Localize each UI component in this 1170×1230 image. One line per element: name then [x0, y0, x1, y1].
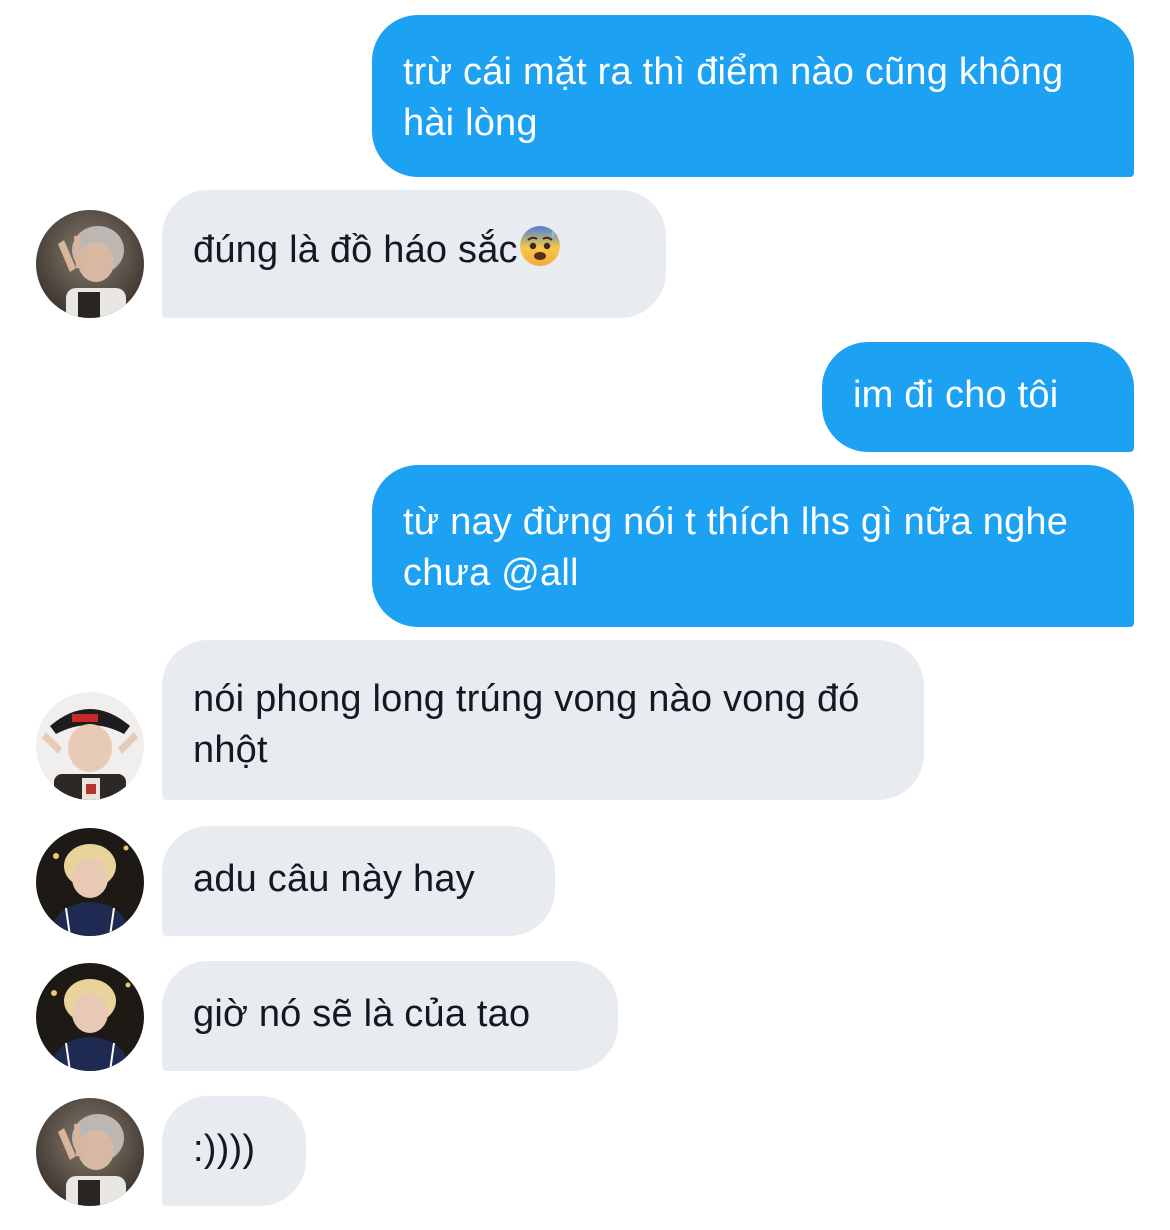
message-text: nói phong long trúng vong nào vong đó nh… — [193, 678, 860, 771]
message-text: :)))) — [193, 1128, 256, 1170]
avatar[interactable] — [36, 1098, 144, 1206]
message-bubble-incoming[interactable]: adu câu này hay — [162, 826, 555, 936]
message-text: adu câu này hay — [193, 858, 475, 900]
message-bubble-outgoing[interactable]: trừ cái mặt ra thì điểm nào cũng không h… — [372, 15, 1134, 177]
message-bubble-incoming[interactable]: đúng là đồ háo sắc — [162, 190, 666, 318]
avatar[interactable] — [36, 828, 144, 936]
avatar[interactable] — [36, 210, 144, 318]
message-bubble-incoming[interactable]: giờ nó sẽ là của tao — [162, 961, 618, 1071]
message-text: giờ nó sẽ là của tao — [193, 993, 531, 1035]
message-text: trừ cái mặt ra thì điểm nào cũng không h… — [403, 51, 1064, 144]
avatar[interactable] — [36, 692, 144, 800]
message-text: đúng là đồ háo sắc — [193, 229, 518, 271]
message-text: từ nay đừng nói t thích lhs gì nữa nghe … — [403, 501, 1069, 594]
message-bubble-incoming[interactable]: :)))) — [162, 1096, 306, 1206]
message-text: im đi cho tôi — [853, 374, 1059, 416]
message-bubble-incoming[interactable]: nói phong long trúng vong nào vong đó nh… — [162, 640, 924, 800]
anxious-face-with-sweat-icon — [518, 224, 562, 282]
message-bubble-outgoing[interactable]: im đi cho tôi — [822, 342, 1134, 452]
message-bubble-outgoing[interactable]: từ nay đừng nói t thích lhs gì nữa nghe … — [372, 465, 1134, 627]
avatar[interactable] — [36, 963, 144, 1071]
